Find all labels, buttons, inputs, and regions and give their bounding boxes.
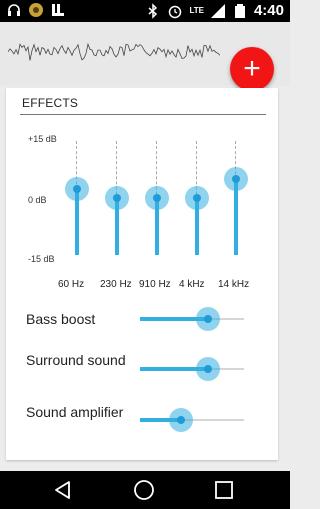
slider-thumb[interactable]: [169, 408, 193, 432]
system-icons: LTE 4:40: [145, 2, 284, 20]
headphones-icon: [8, 4, 20, 16]
eq-band-1[interactable]: [64, 141, 90, 255]
eq-band-thumb[interactable]: [105, 186, 129, 210]
visualizer-header: +: [0, 22, 290, 91]
clock: 4:40: [253, 2, 284, 19]
eq-band-thumb[interactable]: [65, 176, 89, 201]
eq-band-thumb[interactable]: [224, 167, 248, 191]
notification-icon: [52, 4, 64, 16]
recents-icon[interactable]: [213, 479, 235, 501]
bass-boost-slider[interactable]: [140, 307, 244, 331]
bluetooth-icon: [148, 3, 158, 19]
surround-sound-slider[interactable]: [140, 357, 244, 381]
effects-card: EFFECTS +15 dB 0 dB -15 dB 60 Hz 230 Hz 91…: [6, 88, 278, 460]
slider-thumb[interactable]: [196, 307, 220, 331]
notification-icons: [6, 2, 66, 18]
eq-band-4[interactable]: [184, 141, 210, 255]
bass-boost-label: Bass boost: [26, 311, 96, 327]
eq-frequency-label: 60 Hz: [58, 279, 85, 290]
back-icon[interactable]: [52, 479, 74, 501]
audio-waveform: [8, 42, 220, 61]
eq-frequency-label: 14 kHz: [218, 279, 250, 290]
eq-frequency-label: 230 Hz: [100, 279, 132, 290]
signal-icon: [210, 4, 225, 18]
add-button[interactable]: +: [230, 47, 274, 91]
db-label-top: +15 dB: [28, 134, 57, 144]
eq-band-thumb[interactable]: [145, 186, 169, 210]
home-icon[interactable]: [133, 479, 155, 501]
eq-band-5[interactable]: [223, 141, 249, 255]
eq-band-2[interactable]: [104, 141, 130, 255]
effects-divider: [20, 114, 266, 115]
alarm-icon: [169, 5, 182, 19]
sound-amplifier-slider[interactable]: [140, 408, 244, 432]
slider-thumb[interactable]: [196, 357, 220, 381]
status-bar: LTE 4:40: [0, 0, 290, 22]
effects-title: EFFECTS: [22, 96, 79, 110]
db-label-mid: 0 dB: [28, 195, 47, 205]
plus-icon: +: [243, 52, 261, 85]
app-badge-icon: [29, 3, 43, 17]
sound-amplifier-label: Sound amplifier: [26, 404, 124, 420]
eq-band-thumb[interactable]: [185, 186, 209, 210]
network-type: LTE: [189, 6, 204, 15]
navigation-bar: [0, 471, 290, 509]
eq-frequency-label: 4 kHz: [179, 279, 205, 290]
eq-band-3[interactable]: [144, 141, 170, 255]
battery-icon: [234, 4, 245, 18]
surround-sound-label: Surround sound: [26, 352, 126, 368]
db-label-bottom: -15 dB: [28, 254, 55, 264]
eq-frequency-label: 910 Hz: [139, 279, 171, 290]
